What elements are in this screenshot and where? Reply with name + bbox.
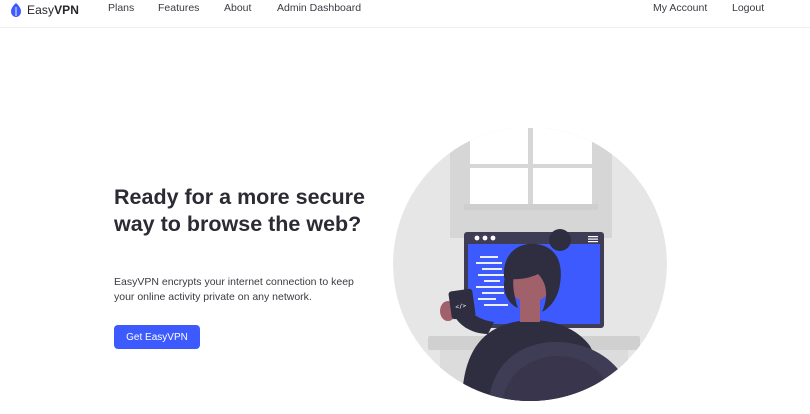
hero-description: EasyVPN encrypts your internet connectio… (114, 276, 354, 303)
top-navbar: EasyVPN Plans Features About Admin Dashb… (0, 0, 810, 28)
nav-about[interactable]: About (224, 2, 251, 14)
hero-title: Ready for a more secure way to browse th… (114, 185, 365, 236)
get-easyvpn-button[interactable]: Get EasyVPN (114, 325, 200, 349)
nav-logout[interactable]: Logout (732, 2, 764, 14)
brand-logo-link[interactable]: EasyVPN (10, 3, 79, 17)
nav-my-account[interactable]: My Account (653, 2, 707, 14)
person-at-laptop-illustration: </> (393, 128, 667, 401)
nav-admin-dashboard[interactable]: Admin Dashboard (277, 2, 361, 14)
brand-name: EasyVPN (27, 3, 80, 17)
leaf-logo-icon (11, 3, 21, 17)
nav-features[interactable]: Features (158, 2, 199, 14)
nav-plans[interactable]: Plans (108, 2, 134, 14)
